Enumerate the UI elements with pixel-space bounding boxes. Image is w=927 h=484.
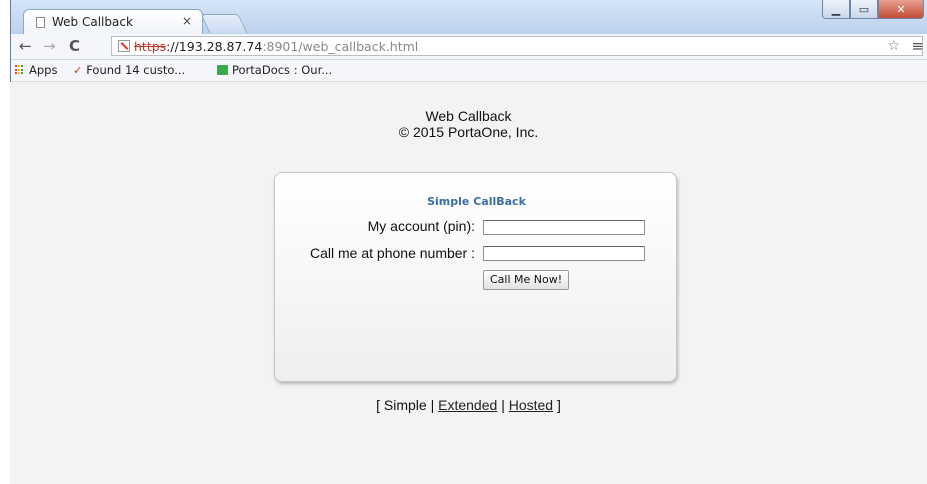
title-bar: Web Callback × ▁ ▭ ✕ — [11, 0, 927, 34]
reload-icon[interactable]: C — [69, 37, 80, 55]
separator: | — [430, 397, 435, 413]
portadocs-icon — [217, 65, 228, 75]
apps-grid-icon — [15, 65, 25, 75]
close-window-button[interactable]: ✕ — [878, 0, 924, 19]
phone-number-input[interactable] — [483, 246, 645, 261]
tab-close-icon[interactable]: × — [182, 14, 192, 28]
phone-label: Call me at phone number : — [310, 245, 475, 261]
new-tab-button[interactable] — [200, 14, 248, 33]
maximize-button[interactable]: ▭ — [850, 0, 878, 19]
back-icon[interactable]: ← — [19, 37, 32, 55]
bookmark-apps[interactable]: Apps — [15, 63, 57, 77]
bookmark-label: PortaDocs : Our... — [232, 63, 333, 77]
copyright-text: © 2015 PortaOne, Inc. — [398, 124, 539, 140]
url-scheme: https — [134, 39, 167, 54]
window-controls: ▁ ▭ ✕ — [822, 0, 924, 20]
bookmark-label: Found 14 custo... — [86, 63, 186, 77]
bookmarks-bar: Apps ✓ Found 14 custo... PortaDocs : Our… — [11, 60, 927, 82]
url-path: :8901/web_callback.html — [262, 39, 419, 54]
mode-hosted-link[interactable]: Hosted — [509, 397, 553, 413]
forward-icon[interactable]: → — [43, 37, 56, 55]
form-heading: Simple CallBack — [427, 195, 526, 208]
url-text: https://193.28.87.74:8901/web_callback.h… — [134, 39, 418, 54]
tab-title: Web Callback — [52, 15, 133, 29]
mode-simple-current: Simple — [383, 397, 427, 413]
browser-tab[interactable]: Web Callback × — [23, 9, 203, 34]
address-bar[interactable]: https://193.28.87.74:8901/web_callback.h… — [111, 36, 923, 56]
bracket-open: [ — [376, 397, 381, 413]
broken-lock-icon[interactable] — [118, 40, 130, 52]
bookmark-label: Apps — [29, 63, 58, 77]
account-label: My account (pin): — [367, 218, 475, 234]
page-title: Web Callback — [425, 108, 512, 124]
bookmark-star-icon[interactable]: ☆ — [887, 38, 900, 54]
page-icon — [36, 17, 45, 28]
bookmark-found-custo[interactable]: ✓ Found 14 custo... — [73, 63, 185, 77]
minimize-button[interactable]: ▁ — [822, 0, 850, 19]
menu-icon[interactable]: ≡ — [911, 37, 924, 55]
checkmark-icon: ✓ — [73, 63, 83, 77]
bookmark-portadocs[interactable]: PortaDocs : Our... — [217, 63, 332, 77]
bracket-close: ] — [556, 397, 561, 413]
callback-form-panel: Simple CallBack My account (pin): Call m… — [274, 172, 677, 382]
browser-toolbar: ← → C https://193.28.87.74:8901/web_call… — [11, 34, 927, 60]
account-pin-input[interactable] — [483, 220, 645, 235]
mode-switcher: [ Simple | Extended | Hosted ] — [10, 397, 927, 413]
url-host: ://193.28.87.74 — [166, 39, 263, 54]
call-me-now-button[interactable]: Call Me Now! — [483, 270, 570, 290]
mode-extended-link[interactable]: Extended — [438, 397, 497, 413]
page-content: Web Callback © 2015 PortaOne, Inc. Simpl… — [10, 82, 927, 484]
separator: | — [501, 397, 505, 413]
